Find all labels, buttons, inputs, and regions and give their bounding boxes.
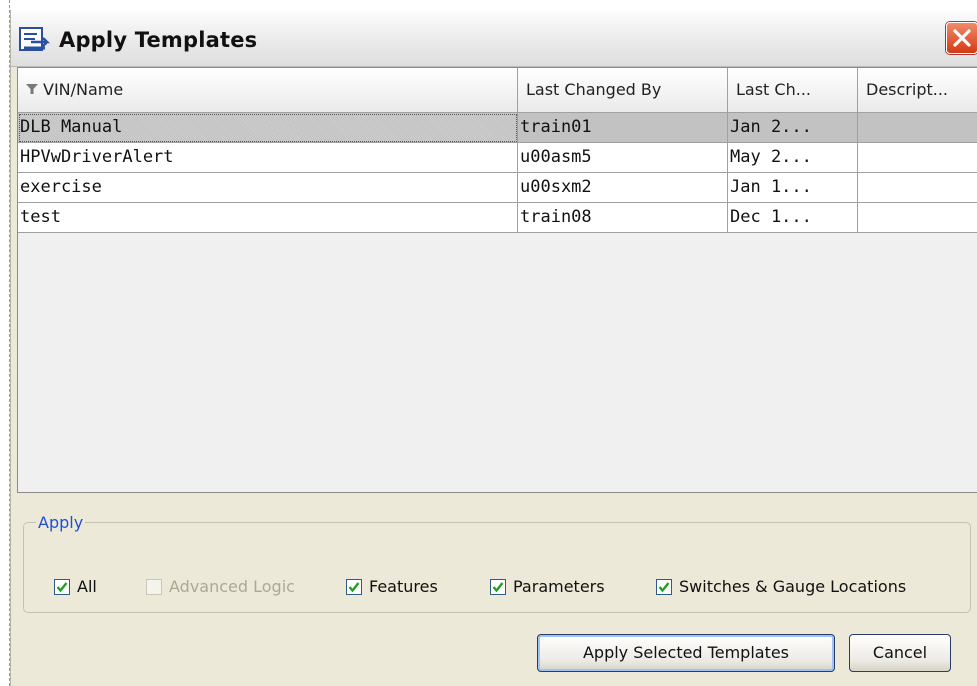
filter-icon[interactable] xyxy=(26,83,38,95)
templates-table: VIN/Name Last Changed By Last Ch... Desc… xyxy=(17,67,977,493)
cell-name: test xyxy=(18,203,518,233)
table-row[interactable]: test train08 Dec 1... xyxy=(18,203,977,233)
checkmark-icon xyxy=(348,582,360,593)
table-header: VIN/Name Last Changed By Last Ch... Desc… xyxy=(18,68,977,113)
checkbox-label: Switches & Gauge Locations xyxy=(679,577,907,596)
background-edge xyxy=(0,0,10,686)
checkbox-box[interactable] xyxy=(490,579,506,595)
checkbox-box[interactable] xyxy=(146,579,162,595)
cell-description xyxy=(858,203,977,233)
close-icon xyxy=(953,29,971,47)
cell-changed-by: train01 xyxy=(518,113,728,143)
cell-changed-by: train08 xyxy=(518,203,728,233)
cell-changed: Jan 2... xyxy=(728,113,858,143)
cell-name: exercise xyxy=(18,173,518,203)
table-row[interactable]: HPVwDriverAlert u00asm5 May 2... xyxy=(18,143,977,173)
apply-options-group: Apply All Advanced Logic Features Parame… xyxy=(23,513,971,613)
cell-description xyxy=(858,113,977,143)
column-header-last-changed-by[interactable]: Last Changed By xyxy=(518,68,728,113)
column-header-label: VIN/Name xyxy=(43,80,124,99)
checkbox-label: Advanced Logic xyxy=(169,577,295,596)
checkmark-icon xyxy=(658,582,670,593)
checkbox-label: Features xyxy=(369,577,438,596)
column-header-vin-name[interactable]: VIN/Name xyxy=(18,68,518,113)
cell-name: DLB Manual xyxy=(18,113,518,143)
window-title: Apply Templates xyxy=(59,28,258,52)
table-row[interactable]: DLB Manual train01 Jan 2... xyxy=(18,113,977,143)
cell-changed: May 2... xyxy=(728,143,858,173)
apply-selected-templates-button[interactable]: Apply Selected Templates xyxy=(537,634,835,672)
title-bar[interactable]: Apply Templates xyxy=(11,10,977,67)
checkbox-label: All xyxy=(77,577,97,596)
checkmark-icon xyxy=(56,582,68,593)
cell-description xyxy=(858,143,977,173)
checkbox-box[interactable] xyxy=(656,579,672,595)
cell-changed-by: u00asm5 xyxy=(518,143,728,173)
checkbox-box[interactable] xyxy=(54,579,70,595)
checkmark-icon xyxy=(492,582,504,593)
column-header-last-changed[interactable]: Last Ch... xyxy=(728,68,858,113)
cancel-button[interactable]: Cancel xyxy=(849,634,951,672)
table-row[interactable]: exercise u00sxm2 Jan 1... xyxy=(18,173,977,203)
column-header-description[interactable]: Descript... xyxy=(858,68,977,113)
cell-changed: Dec 1... xyxy=(728,203,858,233)
apply-templates-dialog: Apply Templates VIN/Name Last Changed By… xyxy=(10,10,977,686)
templates-window-icon xyxy=(19,27,51,51)
apply-group-title: Apply xyxy=(38,513,84,532)
checkbox-label: Parameters xyxy=(513,577,605,596)
cell-name: HPVwDriverAlert xyxy=(18,143,518,173)
checkbox-box[interactable] xyxy=(346,579,362,595)
cell-changed-by: u00sxm2 xyxy=(518,173,728,203)
close-button[interactable] xyxy=(946,22,977,54)
cell-changed: Jan 1... xyxy=(728,173,858,203)
cell-description xyxy=(858,173,977,203)
